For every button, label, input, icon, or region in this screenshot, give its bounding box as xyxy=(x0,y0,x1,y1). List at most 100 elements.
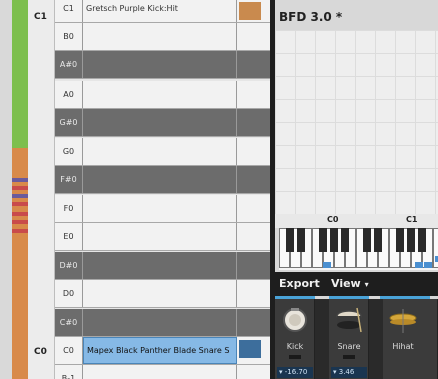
octave-column: C1 C0 xyxy=(28,0,55,379)
black-key[interactable] xyxy=(286,228,294,252)
note-label: C1 xyxy=(55,0,83,22)
lane-marker xyxy=(12,212,28,216)
note-label: E0 xyxy=(55,223,83,250)
instrument-slot[interactable] xyxy=(83,365,237,379)
note-row[interactable]: D0 xyxy=(55,280,270,308)
drum-slot-kick[interactable]: Kick ▾ -16.70 xyxy=(275,299,315,379)
drum-name: Kick xyxy=(286,342,304,351)
view-menu-label: View xyxy=(331,277,361,290)
keyboard-labels: C0 C1 xyxy=(275,214,438,228)
black-key[interactable] xyxy=(407,228,415,252)
black-key[interactable] xyxy=(374,228,382,252)
drum-map-panel: C1 C0 C1 Gretsch Purple Kick:Hit B0 A#0 A0 G#… xyxy=(0,0,270,379)
lane-marker xyxy=(12,178,28,182)
drum-slot-hihat[interactable]: Hihat xyxy=(383,299,438,379)
instrument-slot[interactable] xyxy=(83,280,237,307)
note-label: A#0 xyxy=(55,51,83,78)
instrument-slot[interactable] xyxy=(83,195,237,222)
note-label: B-1 xyxy=(55,365,83,379)
note-row[interactable]: C1 Gretsch Purple Kick:Hit xyxy=(55,0,270,23)
key-mapped-marker xyxy=(424,262,432,268)
note-row[interactable]: F0 xyxy=(55,195,270,223)
instrument-slot[interactable] xyxy=(83,252,237,279)
drum-slot-snare[interactable]: Snare ▾ 3.46 xyxy=(329,299,369,379)
black-key[interactable] xyxy=(297,228,305,252)
note-row[interactable]: C0 Mapex Black Panther Blade Snare S xyxy=(55,337,270,365)
note-label: C#0 xyxy=(55,309,83,336)
drum-name: Hihat xyxy=(392,342,414,351)
note-label: F#0 xyxy=(55,166,83,193)
lane-color-bar xyxy=(12,0,28,379)
export-menu[interactable]: Export xyxy=(279,277,320,290)
black-key[interactable] xyxy=(330,228,338,252)
hihat-icon xyxy=(389,309,417,333)
note-row[interactable]: E0 xyxy=(55,223,270,251)
dropdown-arrow-icon: ▾ xyxy=(333,368,337,376)
black-key[interactable] xyxy=(396,228,404,252)
note-label: D#0 xyxy=(55,252,83,279)
instrument-slot[interactable] xyxy=(83,51,237,78)
note-row[interactable]: C#0 xyxy=(55,309,270,337)
drum-value-field[interactable]: ▾ -16.70 xyxy=(277,367,313,378)
black-key[interactable] xyxy=(341,228,349,252)
color-swatch[interactable] xyxy=(239,2,261,20)
bfd-title: BFD 3.0 * xyxy=(279,10,343,24)
note-rows: C1 Gretsch Purple Kick:Hit B0 A#0 A0 G#0 G0 F#0… xyxy=(55,0,270,379)
note-label: C0 xyxy=(55,337,83,364)
instrument-slot[interactable] xyxy=(83,23,237,50)
chevron-down-icon: ▾ xyxy=(364,280,369,289)
bfd-panel: BFD 3.0 * C0 C1 Export View ▾ Kick ▾ -16… xyxy=(275,0,438,379)
instrument-slot[interactable] xyxy=(83,81,237,108)
note-label: D0 xyxy=(55,280,83,307)
note-row[interactable]: B-1 xyxy=(55,365,270,379)
keyboard-label-c1: C1 xyxy=(406,215,418,224)
view-menu[interactable]: View ▾ xyxy=(331,277,369,290)
drum-value: 3.46 xyxy=(338,368,355,376)
note-label: F0 xyxy=(55,195,83,222)
note-row[interactable]: F#0 xyxy=(55,166,270,194)
drum-meter xyxy=(289,355,301,359)
note-label: B0 xyxy=(55,23,83,50)
drum-name: Snare xyxy=(337,342,361,351)
lane-marker xyxy=(12,220,28,224)
white-key[interactable] xyxy=(433,228,438,268)
drum-value-field[interactable]: ▾ 3.46 xyxy=(331,367,367,378)
snare-drum-icon xyxy=(336,307,362,333)
instrument-slot[interactable] xyxy=(83,166,237,193)
drum-value: -16.70 xyxy=(284,368,308,376)
lane-marker xyxy=(12,229,28,233)
key-mapped-marker xyxy=(323,262,331,268)
note-row[interactable]: D#0 xyxy=(55,252,270,280)
bfd-toolbar: Export View ▾ xyxy=(275,272,438,296)
black-key[interactable] xyxy=(319,228,327,252)
octave-label-c0: C0 xyxy=(34,347,47,357)
note-label: G0 xyxy=(55,138,83,165)
mini-keyboard[interactable] xyxy=(279,228,438,270)
black-key[interactable] xyxy=(363,228,371,252)
note-row[interactable]: G#0 xyxy=(55,109,270,137)
instrument-slot[interactable] xyxy=(83,138,237,165)
drum-meter xyxy=(343,355,355,359)
instrument-slot[interactable] xyxy=(83,109,237,136)
kick-drum-icon xyxy=(283,308,307,332)
drum-slots: Kick ▾ -16.70 Snare ▾ 3.46 Hihat xyxy=(275,299,438,379)
dropdown-arrow-icon: ▾ xyxy=(279,368,283,376)
color-swatch[interactable] xyxy=(239,340,261,358)
octave-label-c1: C1 xyxy=(34,12,47,22)
note-row[interactable]: A0 xyxy=(55,81,270,109)
note-row[interactable]: G0 xyxy=(55,138,270,166)
key-mapped-marker xyxy=(415,262,423,268)
lane-marker xyxy=(12,202,28,206)
lane-segment-green xyxy=(12,0,28,148)
instrument-slot[interactable] xyxy=(83,223,237,250)
keyboard-label-c0: C0 xyxy=(327,215,339,224)
note-label: A0 xyxy=(55,81,83,108)
black-key[interactable] xyxy=(418,228,426,252)
pattern-grid[interactable] xyxy=(275,30,438,214)
instrument-slot[interactable]: Mapex Black Panther Blade Snare S xyxy=(83,337,237,364)
note-row[interactable]: B0 xyxy=(55,23,270,51)
lane-marker xyxy=(12,194,28,198)
instrument-slot[interactable]: Gretsch Purple Kick:Hit xyxy=(83,0,237,22)
instrument-slot[interactable] xyxy=(83,309,237,336)
note-row[interactable]: A#0 xyxy=(55,51,270,79)
